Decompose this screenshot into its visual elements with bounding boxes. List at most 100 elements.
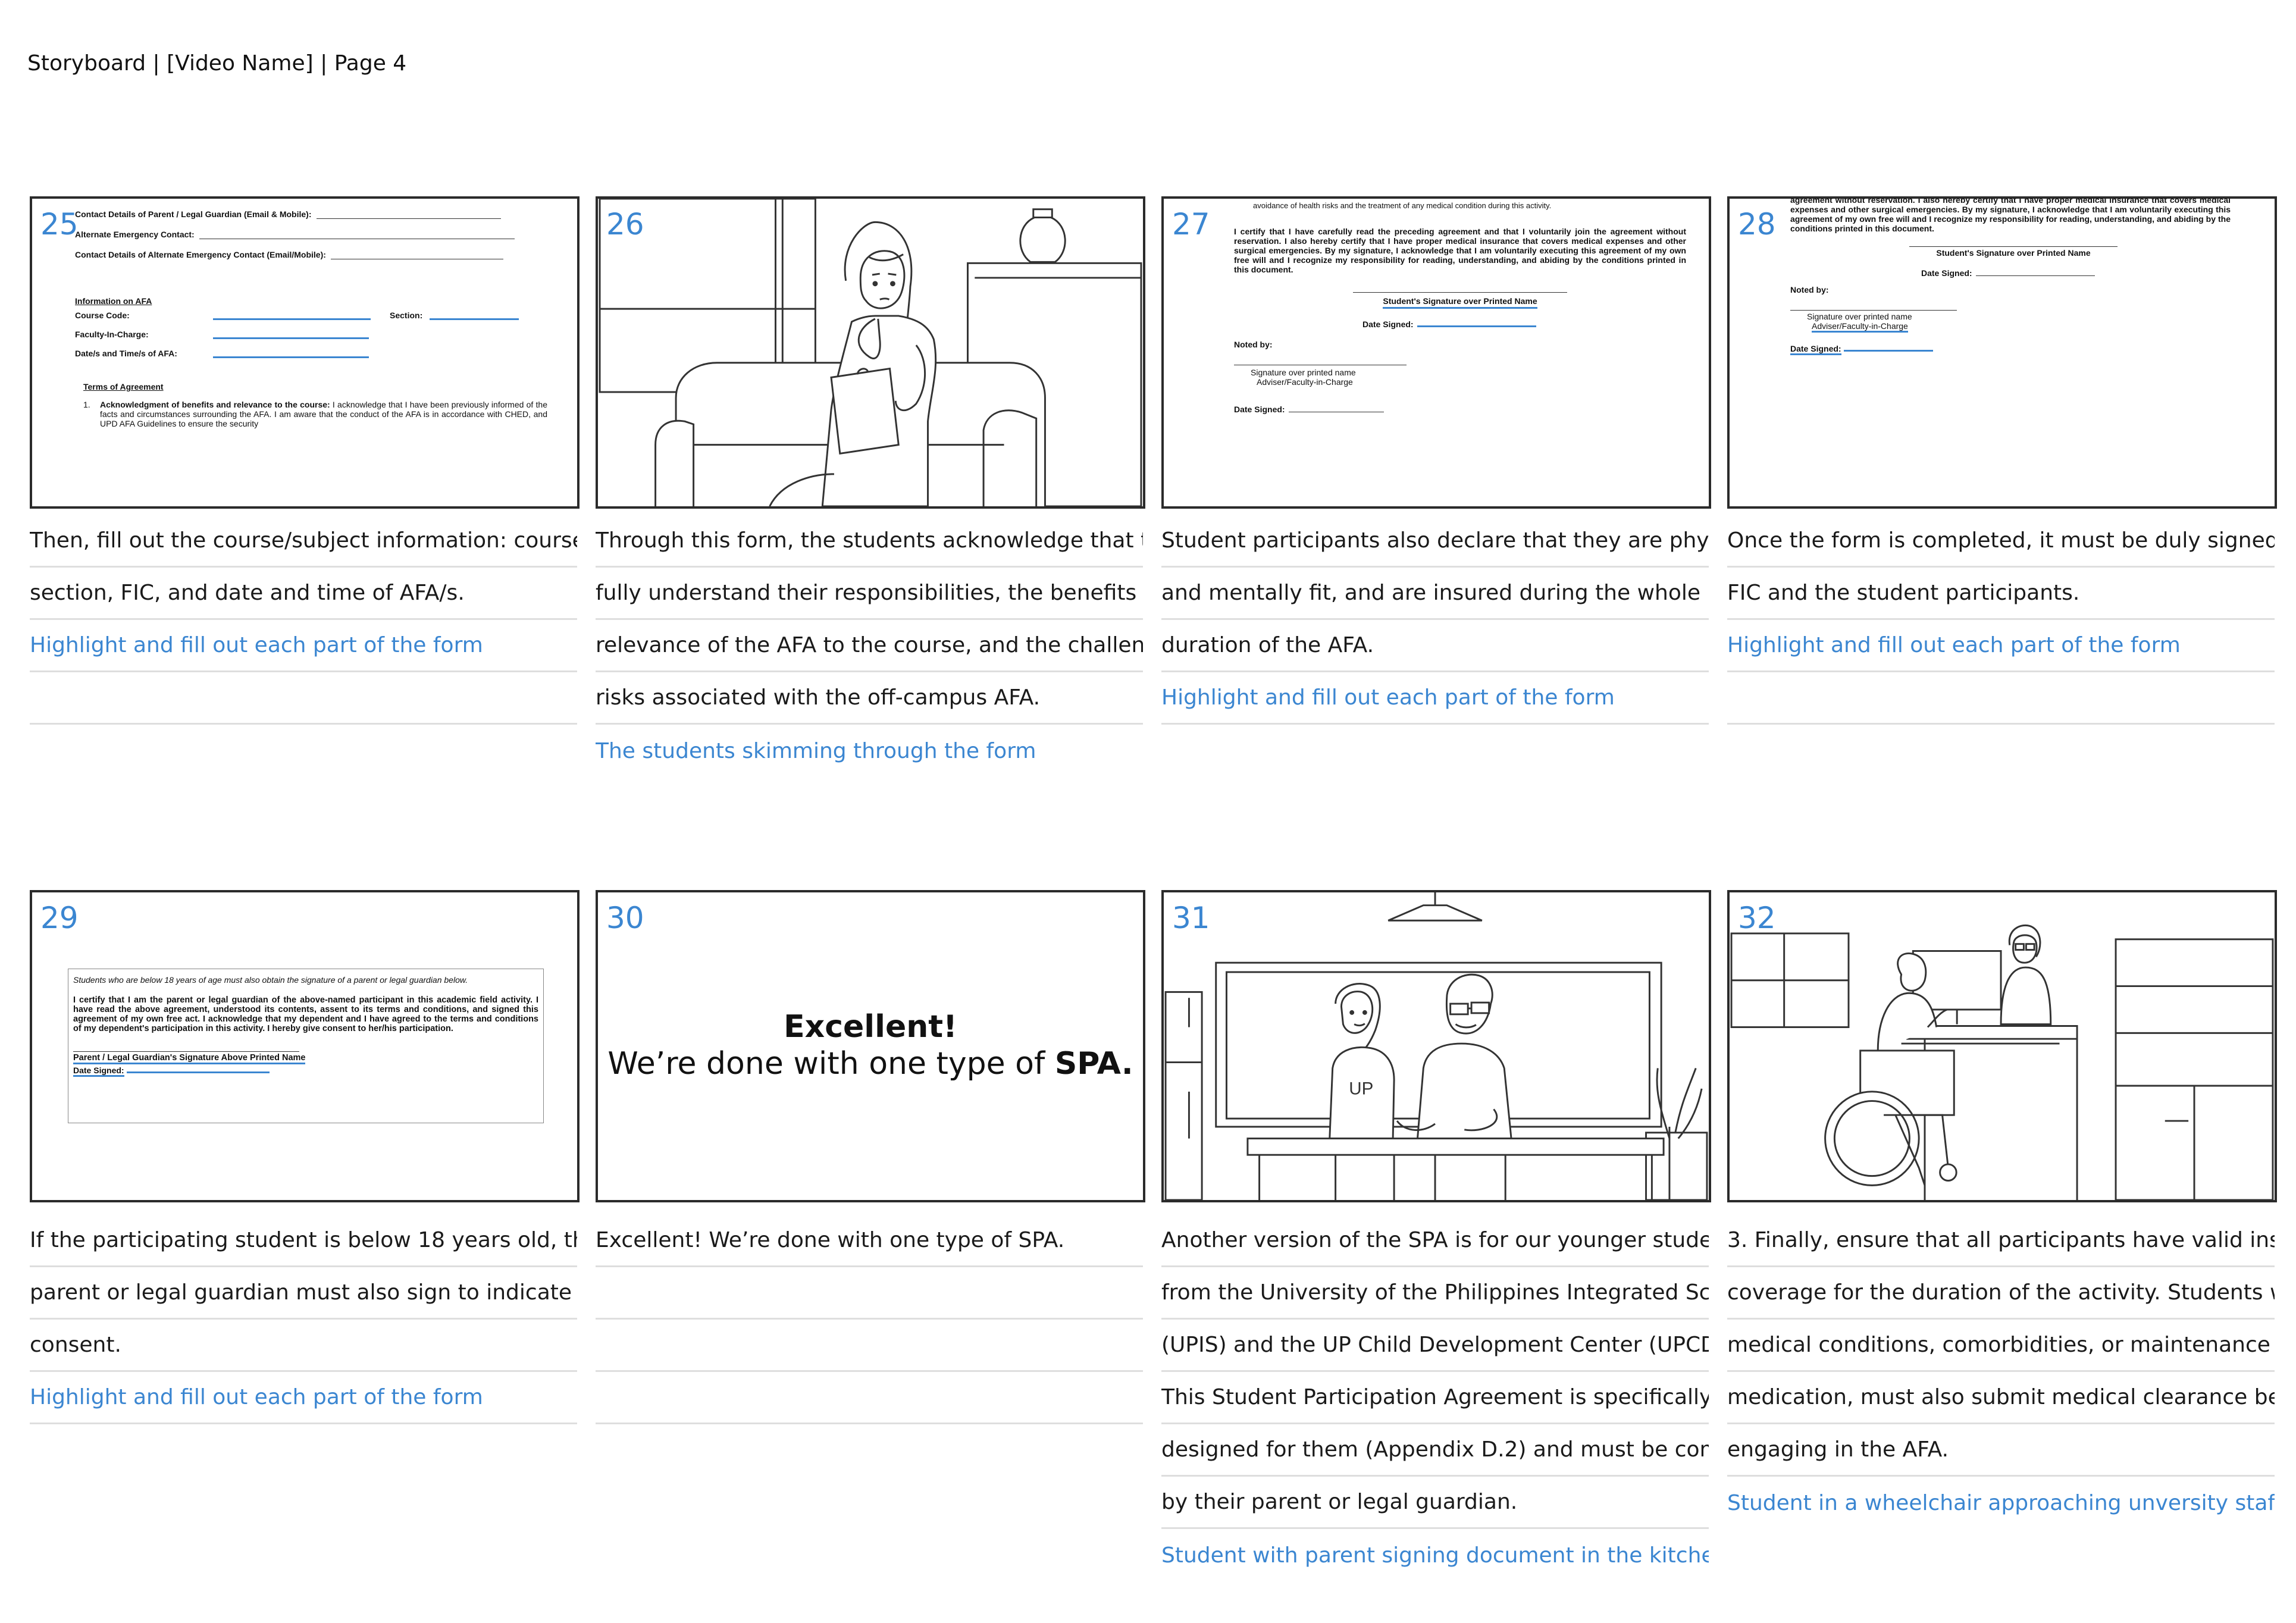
direction-note: Highlight and fill out each part of the … xyxy=(1161,672,1709,725)
caption-line: 3. Finally, ensure that all participants… xyxy=(1727,1215,2275,1267)
caption-line xyxy=(30,672,577,725)
adviser-label: Adviser/Faculty-in-Charge xyxy=(1257,377,1353,387)
direction-note: Student with parent signing document in … xyxy=(1161,1543,1709,1568)
caption-line: FIC and the student participants. xyxy=(1727,568,2275,620)
caption-line: duration of the AFA. xyxy=(1161,620,1709,672)
caption-line: Then, fill out the course/subject inform… xyxy=(30,515,577,568)
panel-28-caption: Once the form is completed, it must be d… xyxy=(1727,515,2275,725)
direction-note: The students skimming through the form xyxy=(596,738,1036,763)
guardian-intro-text: Students who are below 18 years of age m… xyxy=(73,975,468,985)
panel-number: 31 xyxy=(1172,901,1210,935)
caption-line xyxy=(596,1372,1143,1424)
dates-field[interactable] xyxy=(213,356,369,358)
panel-27-caption: Student participants also declare that t… xyxy=(1161,515,1709,725)
panel-32-caption: 3. Finally, ensure that all participants… xyxy=(1727,1215,2275,1529)
caption-line: risks associated with the off-campus AFA… xyxy=(596,672,1143,725)
date-signed-field[interactable] xyxy=(126,1071,270,1073)
noted-by-label: Noted by: xyxy=(1790,285,1829,294)
term-item-number: 1. xyxy=(83,400,90,409)
caption-line: Another version of the SPA is for our yo… xyxy=(1161,1215,1709,1267)
panel-number: 30 xyxy=(606,901,644,935)
signature-printed-label: Signature over printed name xyxy=(1251,368,1356,377)
course-code-label: Course Code: xyxy=(75,311,130,320)
panel-25-caption: Then, fill out the course/subject inform… xyxy=(30,515,577,725)
panel-29-caption: If the participating student is below 18… xyxy=(30,1215,577,1424)
caption-line xyxy=(596,1320,1143,1372)
panel-number: 25 xyxy=(40,207,79,242)
direction-note: Student in a wheelchair approaching unve… xyxy=(1727,1490,2275,1515)
student-reading-form-illustration xyxy=(599,199,1142,506)
panel-number: 29 xyxy=(40,901,79,935)
wheelchair-student-staff-illustration xyxy=(1730,924,2274,1200)
panel-30-frame: 30 Excellent! We’re done with one type o… xyxy=(596,890,1145,1202)
signature-printed-label: Signature over printed name xyxy=(1807,312,1912,321)
shirt-label: UP xyxy=(1349,1079,1373,1099)
contact-label: Contact Details of Parent / Legal Guardi… xyxy=(75,209,312,219)
caption-line: coverage for the duration of the activit… xyxy=(1727,1267,2275,1320)
caption-line: by their parent or legal guardian. xyxy=(1161,1477,1709,1529)
panel-31-caption: Another version of the SPA is for our yo… xyxy=(1161,1215,1709,1581)
caption-line: If the participating student is below 18… xyxy=(30,1215,577,1267)
direction-note: Highlight and fill out each part of the … xyxy=(30,620,577,672)
caption-line: Through this form, the students acknowle… xyxy=(596,515,1143,568)
page-title: Storyboard | [Video Name] | Page 4 xyxy=(27,51,407,76)
caption-line: section, FIC, and date and time of AFA/s… xyxy=(30,568,577,620)
noted-by-label: Noted by: xyxy=(1234,340,1273,349)
panel-number: 27 xyxy=(1172,207,1210,242)
fic-field[interactable] xyxy=(213,337,369,339)
course-code-field[interactable] xyxy=(213,318,371,320)
caption-line: Excellent! We’re done with one type of S… xyxy=(596,1215,1143,1267)
direction-note: Highlight and fill out each part of the … xyxy=(30,1372,577,1424)
caption-line: This Student Participation Agreement is … xyxy=(1161,1372,1709,1424)
caption-line: parent or legal guardian must also sign … xyxy=(30,1267,577,1320)
alternate-contact-details-label: Contact Details of Alternate Emergency C… xyxy=(75,250,326,259)
caption-line: Student participants also declare that t… xyxy=(1161,515,1709,568)
panel-number: 26 xyxy=(606,207,644,242)
guardian-consent-box: Students who are below 18 years of age m… xyxy=(68,969,544,1123)
section-label: Section: xyxy=(390,311,423,320)
guardian-signature-label: Parent / Legal Guardian's Signature Abov… xyxy=(73,1053,538,1064)
date-signed-label: Date Signed: xyxy=(1362,319,1414,329)
date-signed-field[interactable] xyxy=(1975,267,2095,276)
caption-line: engaging in the AFA. xyxy=(1727,1424,2275,1477)
adviser-label[interactable]: Adviser/Faculty-in-Charge xyxy=(1812,321,1908,333)
caption-line: medical conditions, comorbidities, or ma… xyxy=(1727,1320,2275,1372)
fic-label: Faculty-In-Charge: xyxy=(75,330,149,339)
caption-line xyxy=(1727,672,2275,725)
panel-number: 32 xyxy=(1738,901,1776,935)
panel-32-frame: 32 xyxy=(1727,890,2277,1202)
form-snippet-certification: avoidance of health risks and the treatm… xyxy=(1234,201,1686,414)
guardian-certification: I certify that I am the parent or legal … xyxy=(73,995,538,1033)
panel-27-frame: 27 avoidance of health risks and the tre… xyxy=(1161,196,1711,509)
caption-line: Once the form is completed, it must be d… xyxy=(1727,515,2275,568)
caption-line: from the University of the Philippines I… xyxy=(1161,1267,1709,1320)
form-snippet-signatures: agreement without reservation. I also he… xyxy=(1790,196,2231,355)
section-field[interactable] xyxy=(430,318,519,320)
slide-text: Excellent! We’re done with one type of S… xyxy=(598,1008,1143,1082)
panel-29-frame: 29 Students who are below 18 years of ag… xyxy=(30,890,580,1202)
date-signed-label: Date Signed: xyxy=(1921,268,1972,278)
direction-note: Highlight and fill out each part of the … xyxy=(1727,620,2275,672)
panel-28-frame: 28 agreement without reservation. I also… xyxy=(1727,196,2277,509)
caption-line: and mentally fit, and are insured during… xyxy=(1161,568,1709,620)
date-signed-label: Date Signed: xyxy=(73,1066,124,1077)
date-signed-2-label: Date Signed: xyxy=(1790,344,1841,355)
health-risks-text: avoidance of health risks and the treatm… xyxy=(1253,201,1552,210)
certification-paragraph: agreement without reservation. I also he… xyxy=(1790,196,2231,233)
date-signed-2-field[interactable] xyxy=(1843,350,1933,352)
caption-line: designed for them (Appendix D.2) and mus… xyxy=(1161,1424,1709,1477)
date-signed-field[interactable] xyxy=(1417,325,1536,327)
panel-26-caption: Through this form, the students acknowle… xyxy=(596,515,1143,777)
panel-number: 28 xyxy=(1738,207,1776,242)
slide-subline: We’re done with one type of SPA. xyxy=(607,1046,1133,1082)
date-signed-2-field[interactable] xyxy=(1288,403,1384,412)
caption-line xyxy=(596,1267,1143,1320)
caption-line: fully understand their responsibilities,… xyxy=(596,568,1143,620)
slide-headline: Excellent! xyxy=(784,1009,957,1045)
form-snippet-contact: Contact Details of Parent / Legal Guardi… xyxy=(75,209,569,428)
term-item-title: Acknowledgment of benefits and relevance… xyxy=(100,400,330,409)
student-signature-label[interactable]: Student's Signature over Printed Name xyxy=(1383,296,1537,309)
caption-line: consent. xyxy=(30,1320,577,1372)
caption-line: medication, must also submit medical cle… xyxy=(1727,1372,2275,1424)
panel-31-frame: 31 UP xyxy=(1161,890,1711,1202)
